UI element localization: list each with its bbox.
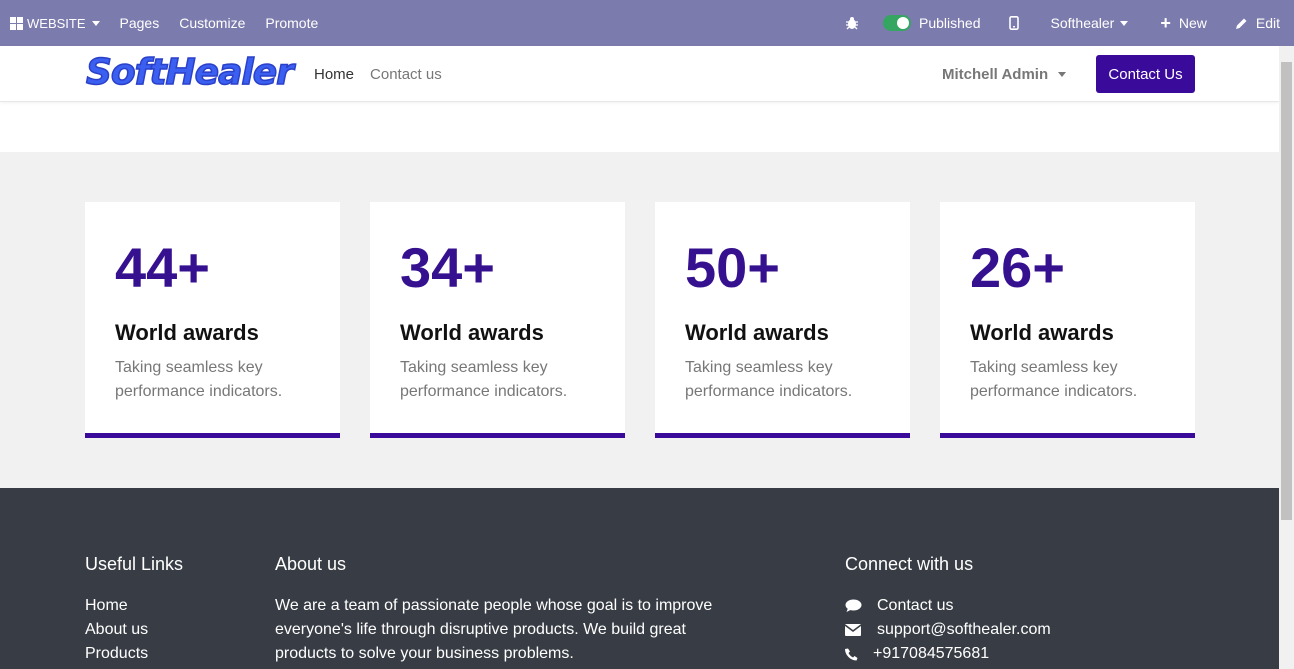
email-label: support@softhealer.com — [877, 621, 1051, 638]
connect-list: Contact us support@softhealer.com +91708… — [845, 594, 1051, 666]
stat-title: World awards — [685, 320, 829, 345]
caret-down-icon — [1058, 72, 1067, 77]
connect-title: Connect with us — [845, 554, 974, 574]
site-footer: Useful Links Home About us Products Abou… — [0, 488, 1279, 669]
about-us-title: About us — [275, 554, 347, 574]
footer-phone-link[interactable]: +917084575681 — [845, 642, 1051, 666]
useful-links-title: Useful Links — [85, 554, 184, 574]
promote-menu[interactable]: Promote — [255, 0, 328, 46]
footer-link-home[interactable]: Home — [85, 594, 148, 618]
stat-description: Taking seamless key performance indicato… — [970, 359, 1138, 400]
nav-item-contact-us[interactable]: Contact us — [370, 66, 442, 83]
scrollbar-thumb[interactable] — [1281, 62, 1292, 520]
pages-menu[interactable]: Pages — [110, 0, 170, 46]
company-label: Softhealer — [1050, 15, 1115, 31]
company-switcher[interactable]: Softhealer — [1033, 0, 1147, 46]
softhealer-logo[interactable]: SoftHealer — [85, 51, 294, 94]
stat-card: 44+ World awards Taking seamless key per… — [85, 202, 340, 438]
stat-number: 44+ — [115, 236, 210, 299]
phone-label: +917084575681 — [873, 645, 990, 662]
stat-number: 50+ — [685, 236, 780, 299]
site-header: SoftHealer Home Contact us Mitchell Admi… — [0, 46, 1279, 102]
stat-title: World awards — [400, 320, 544, 345]
footer-email-link[interactable]: support@softhealer.com — [845, 618, 1051, 642]
page-scrollbar[interactable] — [1279, 46, 1294, 669]
stat-title: World awards — [970, 320, 1114, 345]
stat-card: 34+ World awards Taking seamless key per… — [370, 202, 625, 438]
stat-number: 26+ — [970, 236, 1065, 299]
caret-down-icon — [91, 20, 100, 26]
pencil-icon — [1235, 18, 1247, 29]
caret-down-icon — [1120, 20, 1129, 26]
debug-button[interactable] — [835, 0, 873, 46]
edit-button[interactable]: Edit — [1221, 0, 1294, 46]
publish-toggle[interactable]: Published — [873, 0, 995, 46]
footer-contact-us-link[interactable]: Contact us — [845, 594, 1051, 618]
stat-card: 50+ World awards Taking seamless key per… — [655, 202, 910, 438]
stat-card: 26+ World awards Taking seamless key per… — [940, 202, 1195, 438]
user-menu[interactable]: Mitchell Admin — [942, 66, 1067, 83]
stat-description: Taking seamless key performance indicato… — [685, 359, 853, 400]
new-button[interactable]: + New — [1146, 0, 1221, 46]
website-menu-button[interactable]: WEBSITE — [0, 0, 110, 46]
toggle-switch-icon — [883, 15, 912, 31]
new-label: New — [1178, 15, 1207, 31]
plus-icon: + — [1160, 13, 1171, 33]
stat-number: 34+ — [400, 236, 495, 299]
useful-links-list: Home About us Products — [85, 594, 148, 666]
customize-menu[interactable]: Customize — [169, 0, 255, 46]
website-admin-bar: WEBSITE Pages Customize Promote Publishe… — [0, 0, 1294, 46]
stat-description: Taking seamless key performance indicato… — [115, 359, 283, 400]
website-menu-label: WEBSITE — [27, 15, 86, 31]
stat-description: Taking seamless key performance indicato… — [400, 359, 568, 400]
mobile-preview-button[interactable] — [995, 0, 1033, 46]
contact-us-button[interactable]: Contact Us — [1096, 55, 1195, 93]
nav-item-home[interactable]: Home — [314, 66, 354, 83]
stats-section: 44+ World awards Taking seamless key per… — [0, 152, 1279, 488]
edit-label: Edit — [1255, 15, 1280, 31]
about-us-text: We are a team of passionate people whose… — [275, 597, 713, 662]
phone-icon — [845, 648, 858, 660]
apps-grid-icon — [10, 16, 23, 30]
stat-title: World awards — [115, 320, 259, 345]
contact-us-label: Contact us — [877, 597, 954, 614]
user-name: Mitchell Admin — [942, 66, 1049, 83]
main-nav: Home Contact us — [314, 66, 458, 83]
envelope-icon — [845, 624, 861, 636]
comment-icon — [845, 599, 862, 612]
published-label: Published — [919, 15, 981, 31]
footer-link-products[interactable]: Products — [85, 642, 148, 666]
footer-link-about-us[interactable]: About us — [85, 618, 148, 642]
mobile-icon — [1008, 16, 1019, 30]
bug-icon — [846, 17, 859, 30]
